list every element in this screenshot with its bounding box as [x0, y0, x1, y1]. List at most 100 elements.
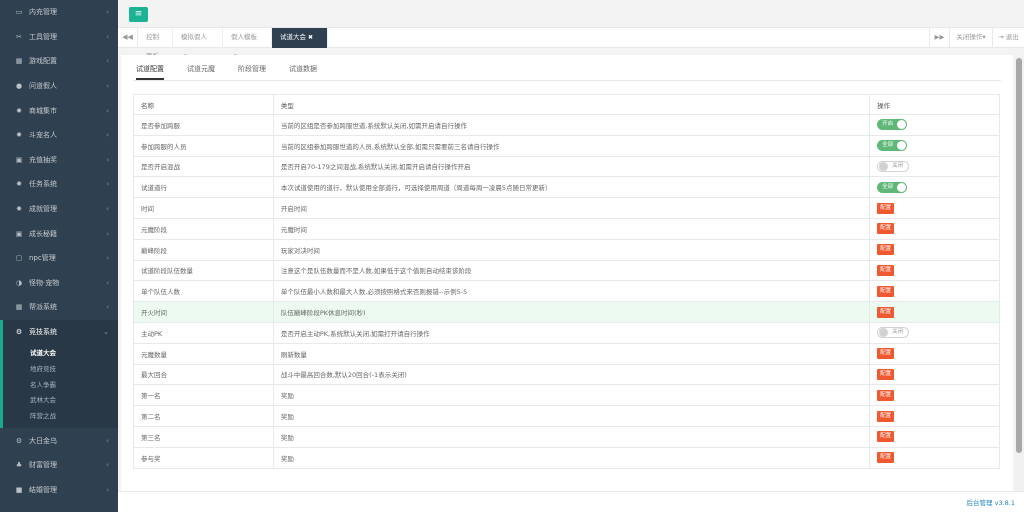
npc-icon: ▢	[15, 254, 23, 263]
chevron-left-icon: ‹	[106, 278, 109, 287]
sidebar-item-arena-system[interactable]: ⚙ 竞技系统 ⌄	[0, 319, 118, 345]
page-tab[interactable]: 模拟假人⊙	[173, 28, 223, 60]
config-button[interactable]: 配置	[877, 264, 895, 276]
subtab-trial-config[interactable]: 试道配置	[136, 62, 164, 80]
subtab-stage-management[interactable]: 阶段管理	[238, 62, 266, 80]
sidebar-item[interactable]: ▦ 游戏配置 ‹	[0, 49, 118, 74]
row-description: 元魔时间	[272, 217, 871, 240]
sidebar-item-label: 游戏配置	[29, 57, 57, 66]
sidebar-item[interactable]: ▣ 充值抽奖 ‹	[0, 148, 118, 173]
config-button[interactable]: 配置	[877, 368, 895, 380]
grid-icon: ▦	[15, 303, 23, 312]
tabs-scroll-left-button[interactable]: ◀◀	[118, 28, 138, 48]
sidebar-item[interactable]: ✂ 工具管理 ‹	[0, 25, 118, 50]
chevron-left-icon: ‹	[106, 180, 109, 189]
sidebar-item[interactable]: ● 问道假人 ‹	[0, 74, 118, 99]
sidebar-item[interactable]: ▦ 帮派系统 ‹	[0, 295, 118, 320]
sidebar-item-label: npc管理	[29, 254, 56, 263]
sidebar-subitem[interactable]: 试道大会	[3, 346, 118, 362]
row-description: 奖励	[272, 384, 871, 407]
subtab-trial-demon[interactable]: 试道元魔	[187, 62, 215, 80]
sidebar-item-label: 内充管理	[29, 8, 57, 17]
sidebar-item[interactable]: ▭ 内充管理 ‹	[0, 0, 118, 25]
gear-icon: ✹	[16, 131, 22, 140]
table-row: 第三名 奖励 配置	[133, 425, 1000, 448]
sidebar-item[interactable]: ✹ 成就管理 ‹	[0, 197, 118, 222]
row-description: 奖励	[272, 405, 871, 427]
sidebar-subitem[interactable]: 武林大会	[3, 393, 118, 409]
row-name: 开火时间	[133, 301, 274, 323]
row-name: 单个队伍人数	[133, 280, 274, 303]
scrollbar-thumb[interactable]	[1016, 58, 1022, 453]
config-button[interactable]: 配置	[877, 285, 895, 297]
sidebar-item-label: 帮派系统	[29, 303, 57, 312]
config-button[interactable]: 配置	[877, 431, 895, 443]
user-icon: ●	[15, 82, 23, 91]
chevron-left-icon: ‹	[106, 8, 109, 17]
sidebar-item[interactable]: ⚙ 大日金乌 ‹	[0, 428, 118, 453]
config-button[interactable]: 配置	[877, 202, 895, 214]
logout-button[interactable]: ⇥ 退出	[992, 28, 1024, 48]
sidebar-item[interactable]: ▢ npc管理 ‹	[0, 246, 118, 271]
sidebar-item[interactable]: ✹ 任务系统 ‹	[0, 172, 118, 197]
menu-toggle-button[interactable]: ≡	[129, 7, 148, 22]
config-button[interactable]: 配置	[877, 348, 895, 360]
gear-icon: ✹	[16, 106, 22, 115]
top-bar: ≡	[118, 0, 1024, 28]
row-description: 单个队伍最小人数和最大人数,必须按照格式来否则报错--示例5-5	[272, 280, 871, 303]
cogs-icon: ⚙	[15, 436, 23, 445]
sidebar-item-label: 财富管理	[29, 461, 57, 470]
table-row: 第一名 奖励 配置	[133, 384, 1000, 407]
subtab-trial-data[interactable]: 试道数据	[289, 62, 317, 80]
row-name: 最大回合	[133, 363, 274, 386]
tabs-scroll-right-button[interactable]: ▶▶	[929, 28, 949, 48]
config-button[interactable]: 配置	[877, 410, 895, 422]
table-row: 试道道行 本次试道使用的道行，默认使用全部道行，可选择使用周道（周道每周一凌晨5点…	[133, 176, 1000, 199]
tab-close-icon[interactable]: ✖	[308, 34, 313, 41]
config-button[interactable]: 配置	[877, 389, 895, 401]
toggle-switch[interactable]: 关闭	[877, 327, 910, 339]
config-button[interactable]: 配置	[877, 306, 895, 318]
sidebar-item[interactable]: ✹ 商城集市 ‹	[0, 98, 118, 123]
content-scrollbar[interactable]	[1015, 55, 1024, 491]
config-button[interactable]: 配置	[877, 452, 895, 464]
group-icon: ♣	[15, 461, 23, 470]
sidebar-item-label: 斗宠名人	[29, 131, 57, 140]
sidebar-item[interactable]: ■ 结婚管理 ‹	[0, 477, 118, 502]
config-button[interactable]: 配置	[877, 223, 895, 235]
toggle-switch[interactable]: 开启	[877, 119, 908, 131]
sidebar-subitem[interactable]: 阵营之战	[3, 409, 118, 425]
sidebar-subitem[interactable]: 名人争霸	[3, 378, 118, 394]
sidebar-item[interactable]: ✹ 斗宠名人 ‹	[0, 123, 118, 148]
toggle-switch[interactable]: 关闭	[877, 160, 910, 172]
monitor-icon: ▭	[15, 8, 23, 17]
subtab-divider	[133, 80, 1001, 81]
row-name: 元魔数量	[133, 342, 274, 365]
chevron-left-icon: ‹	[106, 485, 109, 494]
table-row: 元魔数量 刷新数量 配置	[133, 342, 1000, 365]
book-icon: ▣	[15, 229, 23, 238]
sidebar-subitem[interactable]: 地府竞技	[3, 362, 118, 378]
table-row: 第二名 奖励 配置	[133, 405, 1000, 427]
sidebar-item[interactable]: ▣ 成长秘籍 ‹	[0, 221, 118, 246]
table-row: 时间 开启时间 配置	[133, 197, 1000, 219]
table-header-row: 名称 类型 操作	[133, 94, 1000, 115]
chevron-left-icon: ‹	[106, 461, 109, 470]
square-icon: ■	[15, 485, 23, 494]
page-tab[interactable]: 假人模板⊙	[223, 28, 272, 60]
toggle-switch[interactable]: 全部	[877, 181, 908, 193]
row-name: 是否开启混战	[133, 155, 274, 178]
chevron-left-icon: ‹	[106, 131, 109, 140]
sidebar-item[interactable]: ♣ 财富管理 ‹	[0, 453, 118, 478]
gear-icon: ✹	[16, 180, 22, 189]
row-action: 配置	[869, 259, 1000, 282]
toggle-switch[interactable]: 全部	[877, 140, 908, 152]
close-operations-dropdown[interactable]: 关闭操作▾	[949, 28, 992, 48]
row-action: 配置	[869, 446, 1000, 469]
config-button[interactable]: 配置	[877, 244, 895, 256]
sidebar-item-label: 工具管理	[29, 32, 57, 41]
table-row: 单个队伍人数 单个队伍最小人数和最大人数,必须按照格式来否则报错--示例5-5 配置	[133, 280, 1000, 303]
page-tab[interactable]: 试道大会 ✖	[272, 28, 328, 48]
sidebar-item[interactable]: ◑ 怪物·宠物 ‹	[0, 271, 118, 296]
page-tab[interactable]: 控制面板	[138, 28, 173, 60]
